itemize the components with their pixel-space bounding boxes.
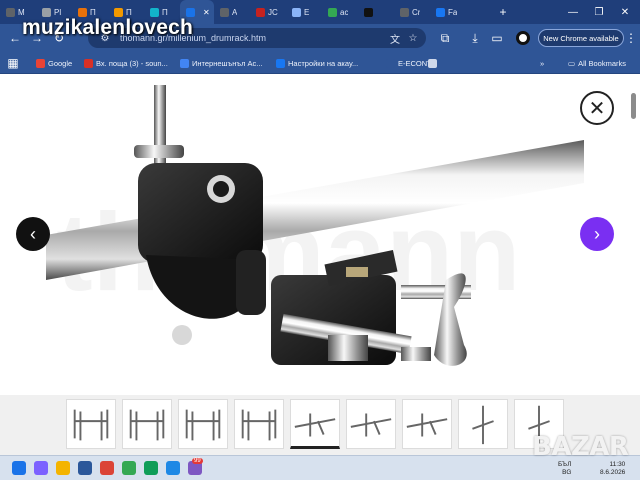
bookmark-favicon-icon <box>36 58 45 68</box>
tab-label: E <box>304 7 310 17</box>
notification-badge: 99 <box>192 458 203 464</box>
tab-label: Fa <box>448 7 458 17</box>
browser-tab[interactable] <box>358 0 394 24</box>
close-tab-icon[interactable]: ✕ <box>203 8 210 17</box>
gallery-lightbox: thomann ✕ ‹ › <box>0 75 640 455</box>
apps-grid-icon[interactable]: ▦ <box>4 54 22 72</box>
lang-label: БЪЛ <box>558 461 572 468</box>
folder-icon: ▭ <box>568 58 576 68</box>
browser-tab[interactable]: E <box>286 0 322 24</box>
extensions-icon[interactable]: ⧉ <box>436 29 454 47</box>
bazar-watermark: BAZAR <box>532 432 629 462</box>
app-icon[interactable] <box>122 461 136 475</box>
tab-favicon-icon <box>6 7 15 17</box>
close-icon[interactable]: ✕ <box>580 91 614 125</box>
profile-avatar[interactable] <box>516 31 530 45</box>
bookmark-label: Вх. поща (3) - soun... <box>96 58 168 68</box>
thumbnail-image <box>350 413 392 437</box>
thumbnail-image <box>185 409 221 441</box>
tab-favicon-icon <box>436 7 445 17</box>
chrome-update-button[interactable]: New Chrome available <box>538 29 624 47</box>
browser-tab[interactable]: ac <box>322 0 358 24</box>
all-bookmarks-button[interactable]: ▭ All Bookmarks <box>568 56 626 70</box>
language-indicator[interactable]: БЪЛ BG <box>558 461 571 477</box>
bookmark-item[interactable] <box>428 56 440 70</box>
chrome-icon[interactable] <box>100 461 114 475</box>
bookmark-item[interactable]: Google <box>36 56 72 70</box>
bookmark-favicon-icon <box>276 58 285 68</box>
scrollbar-thumb[interactable] <box>631 93 636 119</box>
thumbnail-image <box>472 405 494 445</box>
thumbnail-image <box>241 409 277 441</box>
time-label: 11:30 <box>609 461 626 468</box>
region-label: BG <box>562 469 572 476</box>
thumbnail-4[interactable] <box>234 399 284 449</box>
mail-icon[interactable] <box>78 461 92 475</box>
product-image[interactable]: thomann <box>46 85 584 393</box>
tab-label: JC <box>268 7 278 17</box>
translate-icon[interactable]: 文 <box>388 31 402 46</box>
all-bookmarks-label: All Bookmarks <box>578 58 627 68</box>
app-icon[interactable] <box>166 461 180 475</box>
thumbnail-image <box>406 413 448 437</box>
menu-kebab-icon[interactable]: ⋮ <box>624 29 638 47</box>
tab-favicon-icon <box>400 7 409 17</box>
bookmark-star-icon[interactable]: ☆ <box>406 31 420 45</box>
tab-favicon-icon <box>256 7 265 17</box>
tab-label: A <box>232 7 238 17</box>
browser-tab[interactable]: JC <box>250 0 286 24</box>
thumbnail-5[interactable] <box>290 399 340 449</box>
bookmark-favicon-icon <box>84 58 93 68</box>
close-window-icon[interactable]: ✕ <box>612 0 638 24</box>
copilot-icon[interactable] <box>34 461 48 475</box>
thumbnail-image <box>73 409 109 441</box>
tab-label: ac <box>340 7 349 17</box>
thumbnail-8[interactable] <box>458 399 508 449</box>
windows-start-icon[interactable] <box>12 461 26 475</box>
thumbnail-image <box>294 413 336 437</box>
browser-tab[interactable]: A <box>214 0 250 24</box>
thumbnail-3[interactable] <box>178 399 228 449</box>
date-label: 8.6.2026 <box>600 469 626 476</box>
next-image-button[interactable]: › <box>580 217 614 251</box>
thumbnail-1[interactable] <box>66 399 116 449</box>
bookmarks-overflow-icon[interactable]: » <box>540 56 544 70</box>
browser-tab[interactable]: Fa <box>430 0 466 24</box>
minimize-icon[interactable]: — <box>560 0 586 24</box>
cast-icon[interactable]: ▭ <box>488 29 506 47</box>
bookmark-label: Настройки на акау... <box>288 58 359 68</box>
tab-favicon-icon <box>292 7 301 17</box>
thumbnail-6[interactable] <box>346 399 396 449</box>
app-icon[interactable] <box>144 461 158 475</box>
thumbnail-image <box>129 409 165 441</box>
bookmark-favicon-icon <box>180 58 189 68</box>
tab-favicon-icon <box>328 7 337 17</box>
thumbnail-2[interactable] <box>122 399 172 449</box>
tab-favicon-icon <box>364 7 373 17</box>
bookmark-item[interactable]: Вх. поща (3) - soun... <box>84 56 168 70</box>
bookmark-item[interactable]: Настройки на акау... <box>276 56 358 70</box>
bookmark-favicon-icon <box>428 58 437 68</box>
download-icon[interactable]: ⤓ <box>466 29 484 47</box>
bookmark-item[interactable]: Интернешънъл Ас... <box>180 56 263 70</box>
bookmark-favicon-icon <box>386 58 395 68</box>
tab-favicon-icon <box>220 7 229 17</box>
seller-watermark: muzikalenlovech <box>22 16 194 39</box>
previous-image-button[interactable]: ‹ <box>16 217 50 251</box>
bookmark-item[interactable]: E-ECONT <box>386 56 432 70</box>
bookmark-label: Интернешънъл Ас... <box>192 58 263 68</box>
thumbnail-7[interactable] <box>402 399 452 449</box>
clamp-body <box>138 163 263 263</box>
maximize-icon[interactable]: ❐ <box>586 0 612 24</box>
browser-tab[interactable]: Cr <box>394 0 430 24</box>
file-explorer-icon[interactable] <box>56 461 70 475</box>
clock[interactable]: 11:30 8.6.2026 <box>600 461 625 477</box>
tab-label: Cr <box>412 7 421 17</box>
bookmark-label: Google <box>48 58 73 68</box>
bookmark-label: E-ECONT <box>398 58 432 68</box>
bookmarks-bar: ▦ Google Вх. поща (3) - soun... Интернешън… <box>0 52 640 74</box>
new-tab-button[interactable]: + <box>494 3 512 21</box>
